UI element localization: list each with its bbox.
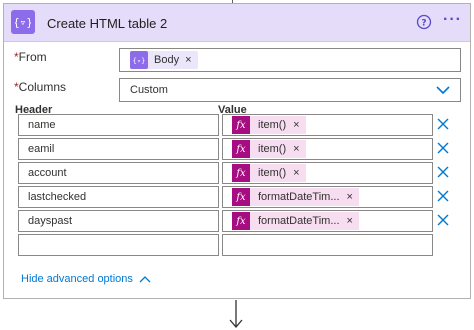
header-cell-input[interactable] xyxy=(18,234,219,256)
remove-token-icon[interactable]: × xyxy=(286,167,299,179)
delete-row-icon[interactable] xyxy=(436,117,450,131)
value-cell-input[interactable]: fx item() × xyxy=(222,138,433,160)
flow-arrow-down-icon xyxy=(229,300,243,328)
svg-text:{▿}: {▿} xyxy=(15,16,31,29)
value-cell-input[interactable]: fx item() × xyxy=(222,162,433,184)
function-fx-icon: fx xyxy=(232,164,250,182)
header-cell-input[interactable]: name xyxy=(18,114,219,136)
expression-token[interactable]: fx item() × xyxy=(232,140,306,158)
action-card: {▿} Create HTML table 2 ? ··· *From {▿} … xyxy=(3,3,471,299)
header-cell-input[interactable]: eamil xyxy=(18,138,219,160)
action-header[interactable]: {▿} Create HTML table 2 ? ··· xyxy=(4,4,470,42)
function-fx-icon: fx xyxy=(232,140,250,158)
hide-advanced-options-link[interactable]: Hide advanced options xyxy=(21,273,151,285)
question-circle-icon[interactable]: ? xyxy=(416,14,432,30)
value-cell-input[interactable]: fx formatDateTim... × xyxy=(222,186,433,208)
function-fx-icon: fx xyxy=(232,188,250,206)
body-token[interactable]: {▿} Body × xyxy=(130,51,198,69)
expression-token[interactable]: fx formatDateTim... × xyxy=(232,188,359,206)
expression-token[interactable]: fx formatDateTim... × xyxy=(232,212,359,230)
remove-token-icon[interactable]: × xyxy=(179,54,191,66)
svg-text:{▿}: {▿} xyxy=(133,57,145,65)
table-curly-icon: {▿} xyxy=(130,51,148,69)
delete-row-icon[interactable] xyxy=(436,189,450,203)
function-fx-icon: fx xyxy=(232,212,250,230)
delete-row-icon[interactable] xyxy=(436,141,450,155)
body-token-label: Body xyxy=(154,54,180,66)
remove-token-icon[interactable]: × xyxy=(340,191,353,203)
value-cell-input[interactable]: fx formatDateTim... × xyxy=(222,210,433,232)
delete-row-icon[interactable] xyxy=(436,213,450,227)
columns-dropdown[interactable]: Custom xyxy=(119,78,461,102)
value-cell-input[interactable] xyxy=(222,234,433,256)
chevron-up-icon xyxy=(139,276,151,283)
columns-selected-value: Custom xyxy=(130,84,168,96)
chevron-down-icon[interactable] xyxy=(436,84,450,96)
header-cell-input[interactable]: lastchecked xyxy=(18,186,219,208)
value-cell-input[interactable]: fx item() × xyxy=(222,114,433,136)
header-cell-input[interactable]: dayspast xyxy=(18,210,219,232)
columns-label: *Columns xyxy=(14,80,67,94)
more-options-icon[interactable]: ··· xyxy=(443,12,465,30)
remove-token-icon[interactable]: × xyxy=(340,215,353,227)
table-curly-icon: {▿} xyxy=(11,10,35,34)
remove-token-icon[interactable]: × xyxy=(286,119,299,131)
header-cell-input[interactable]: account xyxy=(18,162,219,184)
svg-text:?: ? xyxy=(421,19,426,29)
from-label: *From xyxy=(14,50,47,64)
action-title[interactable]: Create HTML table 2 xyxy=(47,16,167,31)
expression-token[interactable]: fx item() × xyxy=(232,164,306,182)
remove-token-icon[interactable]: × xyxy=(286,143,299,155)
function-fx-icon: fx xyxy=(232,116,250,134)
from-input[interactable]: {▿} Body × xyxy=(119,48,461,72)
delete-row-icon[interactable] xyxy=(436,165,450,179)
expression-token[interactable]: fx item() × xyxy=(232,116,306,134)
